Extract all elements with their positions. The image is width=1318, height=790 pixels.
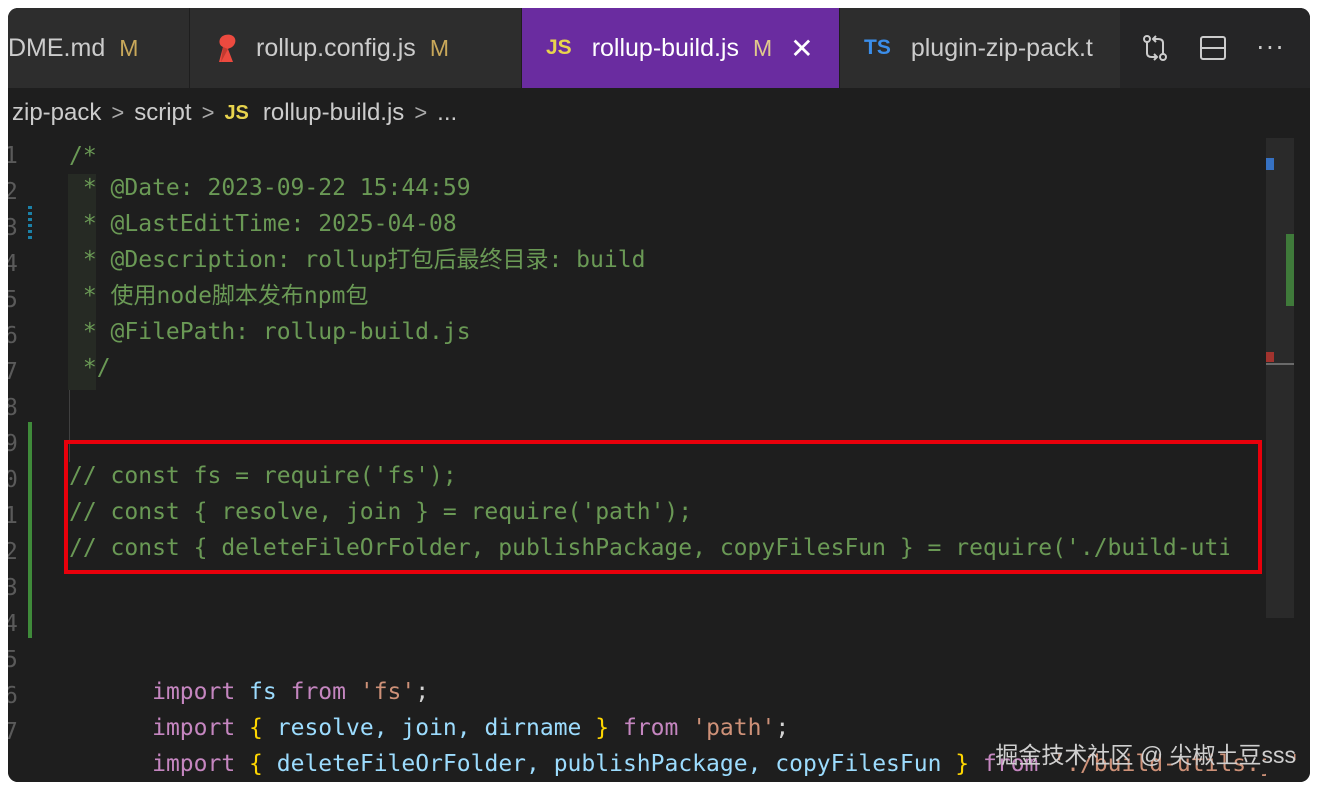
minimap-cursor-line [1266, 363, 1294, 365]
line-number: 4 [8, 611, 18, 637]
code-line: * @Description: rollup打包后最终目录: build [69, 247, 646, 273]
modified-indicator: M [752, 34, 773, 61]
code-line: import fs from 'fs'; [69, 638, 429, 705]
tab-readme[interactable]: DME.md M [8, 8, 190, 88]
tab-label: rollup-build.js [591, 33, 739, 62]
breadcrumb-separator: > [201, 100, 215, 125]
rollup-logo-icon [214, 33, 240, 63]
js-file-icon: JS [224, 101, 249, 124]
code-line: /* [69, 143, 97, 169]
identifier: deleteFileOrFolder, publishPackage, copy… [276, 751, 942, 777]
line-number: 9 [8, 431, 18, 457]
code-line: * 使用node脚本发布npm包 [69, 283, 369, 309]
brace: { [249, 751, 263, 777]
breadcrumb-separator: > [111, 100, 125, 125]
split-editor-icon[interactable] [1198, 33, 1228, 63]
editor-window: DME.md M rollup.config.js M JS rollup-bu… [8, 8, 1310, 782]
code-line: */ [69, 355, 111, 381]
close-icon[interactable]: ✕ [790, 32, 813, 65]
brace: } [955, 751, 970, 777]
line-number: 3 [8, 215, 18, 241]
minimap-marker-error [1266, 352, 1274, 362]
tab-bar: DME.md M rollup.config.js M JS rollup-bu… [8, 8, 1310, 88]
breadcrumb-separator: > [414, 100, 428, 125]
breadcrumb-ellipsis[interactable]: ... [437, 99, 457, 127]
tab-rollup-config[interactable]: rollup.config.js M [190, 8, 522, 88]
keyword: import [152, 751, 236, 777]
code-line: * @LastEditTime: 2025-04-08 [69, 211, 457, 237]
js-file-icon: JS [546, 36, 572, 59]
code-line: * @Date: 2023-09-22 15:44:59 [69, 175, 471, 201]
tab-label: rollup.config.js [256, 33, 416, 62]
watermark: 掘金技术社区 @ 尖椒土豆sss [995, 742, 1296, 768]
code-editor[interactable]: 1 2 3 4 5 6 7 8 9 0 1 2 3 4 5 6 7 /* * @… [8, 138, 1310, 782]
line-number: 2 [8, 539, 18, 565]
line-number: 1 [8, 503, 18, 529]
minimap-marker-added [1286, 234, 1294, 306]
line-number: 8 [8, 395, 18, 421]
code-line: import { resolve, join, dirname } from '… [69, 674, 789, 741]
line-number: 7 [8, 359, 18, 385]
line-number: 0 [8, 467, 18, 493]
tab-label: plugin-zip-pack.t [910, 33, 1093, 62]
more-actions-icon[interactable]: ··· [1256, 33, 1286, 63]
line-number: 5 [8, 287, 18, 313]
git-compare-icon[interactable] [1140, 33, 1170, 63]
line-number: 6 [8, 683, 18, 709]
git-added-marker [28, 422, 32, 638]
ts-file-icon: TS [864, 36, 891, 59]
breadcrumb-item-file[interactable]: rollup-build.js [263, 99, 404, 127]
line-number: 5 [8, 647, 18, 673]
line-number: 3 [8, 575, 18, 601]
line-number: 2 [8, 179, 18, 205]
breadcrumb-item-zip-pack[interactable]: zip-pack [12, 99, 101, 127]
line-number: 4 [8, 251, 18, 277]
breadcrumb-item-script[interactable]: script [134, 99, 191, 127]
tab-label: DME.md [8, 33, 106, 62]
code-line: * @FilePath: rollup-build.js [69, 319, 471, 345]
line-number: 1 [8, 143, 18, 169]
git-modified-marker [28, 206, 32, 242]
line-number: 6 [8, 323, 18, 349]
minimap-marker-modified [1266, 158, 1274, 170]
breadcrumb: zip-pack > script > JS rollup-build.js >… [8, 88, 1310, 138]
tab-actions: ··· [1120, 8, 1310, 88]
line-number: 7 [8, 719, 18, 745]
modified-indicator: M [119, 34, 139, 61]
tab-rollup-build[interactable]: JS rollup-build.js M ✕ [522, 8, 840, 88]
scrollbar-thumb[interactable] [1266, 138, 1294, 618]
tab-plugin-zip-pack[interactable]: TS plugin-zip-pack.t [840, 8, 1120, 88]
modified-indicator: M [429, 34, 449, 61]
red-highlight-box [64, 440, 1262, 574]
